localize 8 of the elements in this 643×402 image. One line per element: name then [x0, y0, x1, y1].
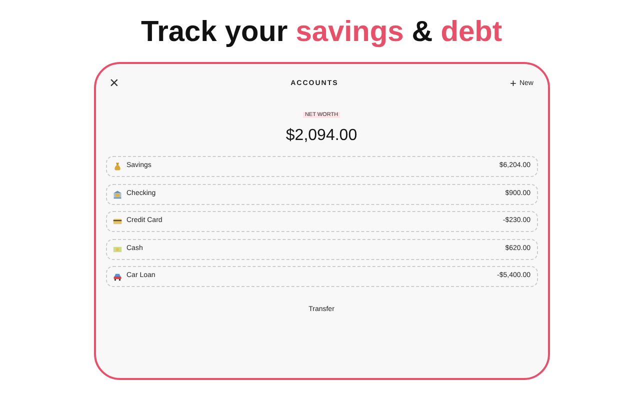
- cash-icon: [112, 244, 122, 254]
- credit-card-icon: [112, 217, 122, 226]
- car-icon: [112, 272, 122, 281]
- headline: Track your savings & debt: [140, 15, 504, 50]
- close-button[interactable]: ×: [110, 76, 119, 92]
- money-bag-icon: [112, 162, 122, 171]
- net-worth-amount: $2,094.00: [286, 127, 358, 144]
- bank-icon: [112, 190, 122, 198]
